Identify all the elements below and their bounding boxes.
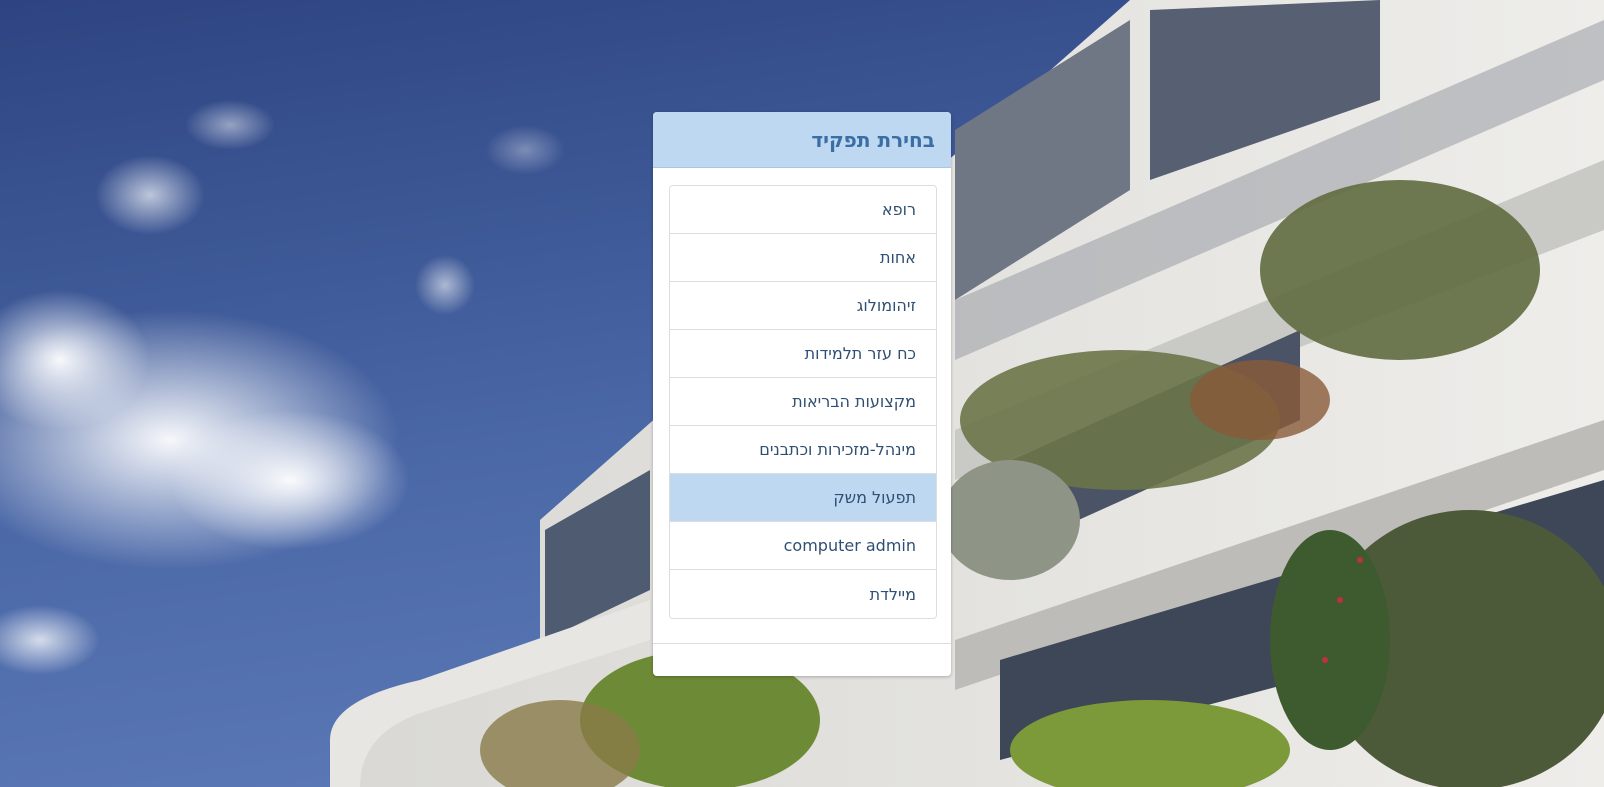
role-item[interactable]: כח עזר תלמידות bbox=[670, 330, 936, 378]
role-item-selected[interactable]: תפעול משק bbox=[670, 474, 936, 522]
panel-footer bbox=[653, 643, 951, 644]
role-selection-panel: בחירת תפקיד רופא אחות זיהומולוג כח עזר ת… bbox=[653, 112, 951, 676]
role-list: רופא אחות זיהומולוג כח עזר תלמידות מקצוע… bbox=[669, 185, 937, 619]
role-item[interactable]: אחות bbox=[670, 234, 936, 282]
role-item[interactable]: זיהומולוג bbox=[670, 282, 936, 330]
panel-header: בחירת תפקיד bbox=[653, 112, 951, 168]
role-item[interactable]: רופא bbox=[670, 186, 936, 234]
role-item[interactable]: מיילדת bbox=[670, 570, 936, 618]
page-title: בחירת תפקיד bbox=[811, 127, 935, 152]
role-item[interactable]: מינהל-מזכירות וכתבנים bbox=[670, 426, 936, 474]
role-item[interactable]: מקצועות הבריאות bbox=[670, 378, 936, 426]
role-item[interactable]: computer admin bbox=[670, 522, 936, 570]
